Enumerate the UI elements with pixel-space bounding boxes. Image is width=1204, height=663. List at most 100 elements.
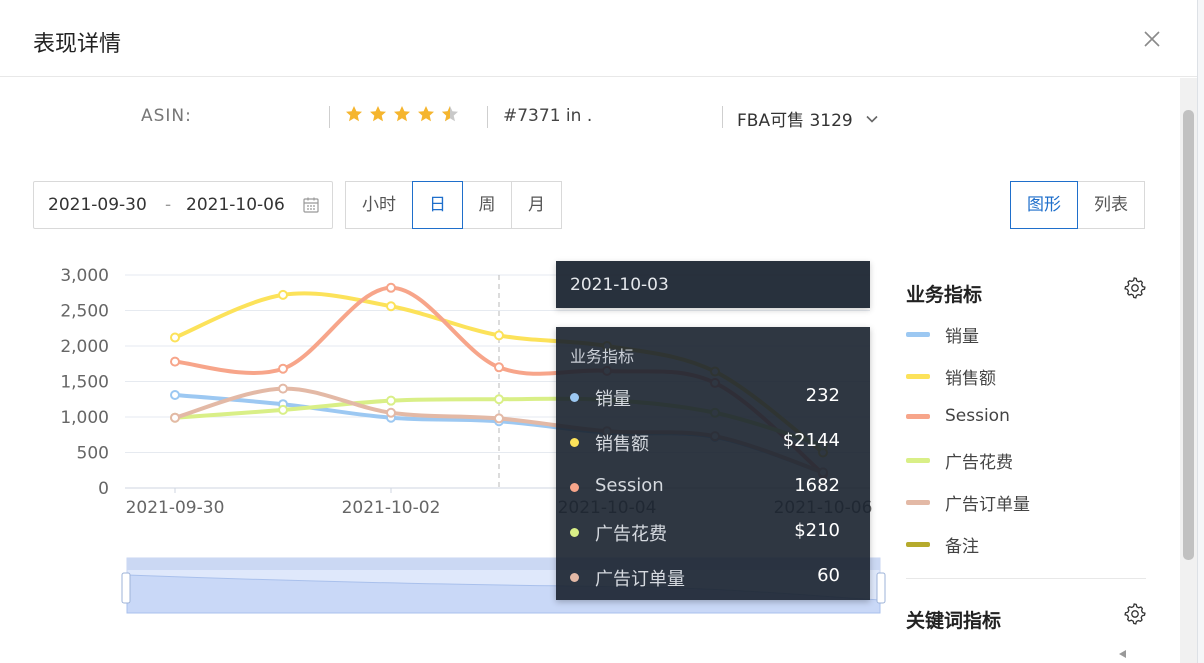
y-tick-label: 500 (77, 444, 109, 464)
granularity-hour-button[interactable]: 小时 (345, 181, 413, 229)
view-chart-button[interactable]: 图形 (1010, 181, 1078, 229)
gear-icon[interactable] (1124, 277, 1146, 299)
legend-label: 销量 (945, 327, 979, 347)
data-point (278, 383, 288, 394)
legend-label: 广告订单量 (945, 495, 1030, 515)
legend-swatch (906, 458, 930, 463)
data-point (494, 394, 504, 405)
tooltip-metric-name: 广告花费 (595, 524, 667, 545)
tooltip-row: 销量 232 (570, 385, 856, 410)
rating-stars (344, 104, 460, 124)
sales-rank: #7371 in . (503, 106, 593, 126)
end-date[interactable]: 2021-10-06 (186, 195, 285, 215)
data-point (386, 282, 396, 293)
view-toggle: 图形 列表 (1010, 181, 1145, 229)
zoom-handle-left (121, 572, 131, 604)
y-tick-label: 1,500 (60, 373, 109, 393)
divider (329, 106, 330, 128)
legend-item-ad-spend[interactable]: 广告花费 (906, 448, 1013, 473)
granularity-month-button[interactable]: 月 (511, 181, 562, 229)
y-tick-label: 2,500 (60, 302, 109, 322)
tooltip-date: 2021-10-03 (556, 261, 870, 308)
star-icon (370, 106, 386, 122)
data-point (278, 289, 288, 300)
star-icon (418, 106, 434, 122)
collapse-arrow-icon[interactable] (1116, 648, 1128, 660)
legend-label: 备注 (945, 537, 979, 557)
legend-swatch (906, 500, 930, 505)
tooltip-metric-value: 232 (805, 385, 840, 406)
data-point (170, 412, 180, 423)
legend-swatch (906, 374, 930, 379)
legend-label: Session (945, 406, 1010, 426)
data-point (386, 395, 396, 406)
scrollbar-thumb[interactable] (1183, 110, 1194, 560)
granularity-toggle: 小时 日 周 月 (345, 181, 562, 229)
tooltip-metric-name: 广告订单量 (595, 569, 685, 590)
tooltip-row: 广告花费 $210 (570, 520, 856, 545)
gear-icon[interactable] (1124, 603, 1146, 625)
zoom-handle-right (876, 572, 886, 604)
data-point (170, 389, 180, 400)
x-tick-label: 2021-09-30 (126, 498, 225, 518)
legend-swatch (906, 332, 930, 337)
x-tick-label: 2021-10-02 (342, 498, 441, 518)
series-dot (570, 573, 579, 582)
close-icon[interactable] (1140, 27, 1164, 51)
asin-label: ASIN: (141, 106, 192, 126)
date-range-picker[interactable]: 2021-09-30 - 2021-10-06 (33, 181, 333, 229)
legend-label: 广告花费 (945, 453, 1013, 473)
legend-item-session[interactable]: Session (906, 406, 1010, 426)
legend-swatch (906, 413, 930, 419)
tooltip-row: Session 1682 (570, 475, 856, 499)
data-point (386, 407, 396, 418)
data-point (494, 362, 504, 373)
data-point (278, 363, 288, 374)
fba-inventory-dropdown[interactable]: FBA可售 3129 (737, 106, 879, 131)
y-tick-label: 3,000 (60, 266, 109, 286)
series-dot (570, 528, 579, 537)
tooltip-date-text: 2021-10-03 (570, 275, 669, 295)
calendar-icon (303, 197, 319, 213)
series-dot (570, 393, 579, 402)
chart-tooltip: 业务指标 销量 232 销售额 $2144 Session 1682 广告花费 … (556, 327, 870, 600)
tooltip-metric-value: $2144 (782, 430, 840, 451)
tooltip-row: 广告订单量 60 (570, 565, 856, 590)
legend-item-sales[interactable]: 销量 (906, 322, 979, 347)
legend-swatch (906, 542, 930, 547)
fba-inventory-text: FBA可售 3129 (737, 111, 853, 131)
half-star-icon (442, 106, 458, 122)
tooltip-metric-name: Session (595, 475, 664, 496)
data-point (386, 301, 396, 312)
product-info-row: ASIN: #7371 in . FBA可售 3129 (0, 100, 1180, 134)
data-point (170, 356, 180, 367)
tooltip-section-title: 业务指标 (570, 347, 635, 366)
background-window-edge (1197, 0, 1204, 663)
divider (722, 106, 723, 128)
legend-item-notes[interactable]: 备注 (906, 532, 979, 557)
view-list-button[interactable]: 列表 (1077, 181, 1145, 229)
legend-item-revenue[interactable]: 销售额 (906, 364, 996, 389)
series-dot (570, 483, 579, 492)
legend-item-ad-orders[interactable]: 广告订单量 (906, 490, 1030, 515)
tooltip-row: 销售额 $2144 (570, 430, 856, 455)
divider (487, 106, 488, 128)
start-date[interactable]: 2021-09-30 (48, 195, 147, 215)
series-dot (570, 438, 579, 447)
business-metrics-title: 业务指标 (906, 284, 983, 306)
date-separator: - (165, 195, 172, 215)
performance-detail-modal: 表现详情 ASIN: #7371 in . FBA可售 3129 2021-09… (0, 0, 1204, 663)
modal-header: 表现详情 (0, 0, 1204, 77)
data-point (170, 332, 180, 343)
y-tick-label: 2,000 (60, 337, 109, 357)
granularity-week-button[interactable]: 周 (462, 181, 512, 229)
y-tick-label: 1,000 (60, 408, 109, 428)
granularity-day-button[interactable]: 日 (412, 181, 463, 229)
modal-title: 表现详情 (33, 32, 122, 57)
keyword-metrics-title: 关键词指标 (906, 610, 1002, 632)
tooltip-metric-name: 销售额 (595, 434, 649, 455)
legend-label: 销售额 (945, 369, 996, 389)
tooltip-metric-name: 销量 (595, 389, 631, 410)
chevron-down-icon (866, 115, 878, 123)
tooltip-metric-value: $210 (794, 520, 840, 541)
